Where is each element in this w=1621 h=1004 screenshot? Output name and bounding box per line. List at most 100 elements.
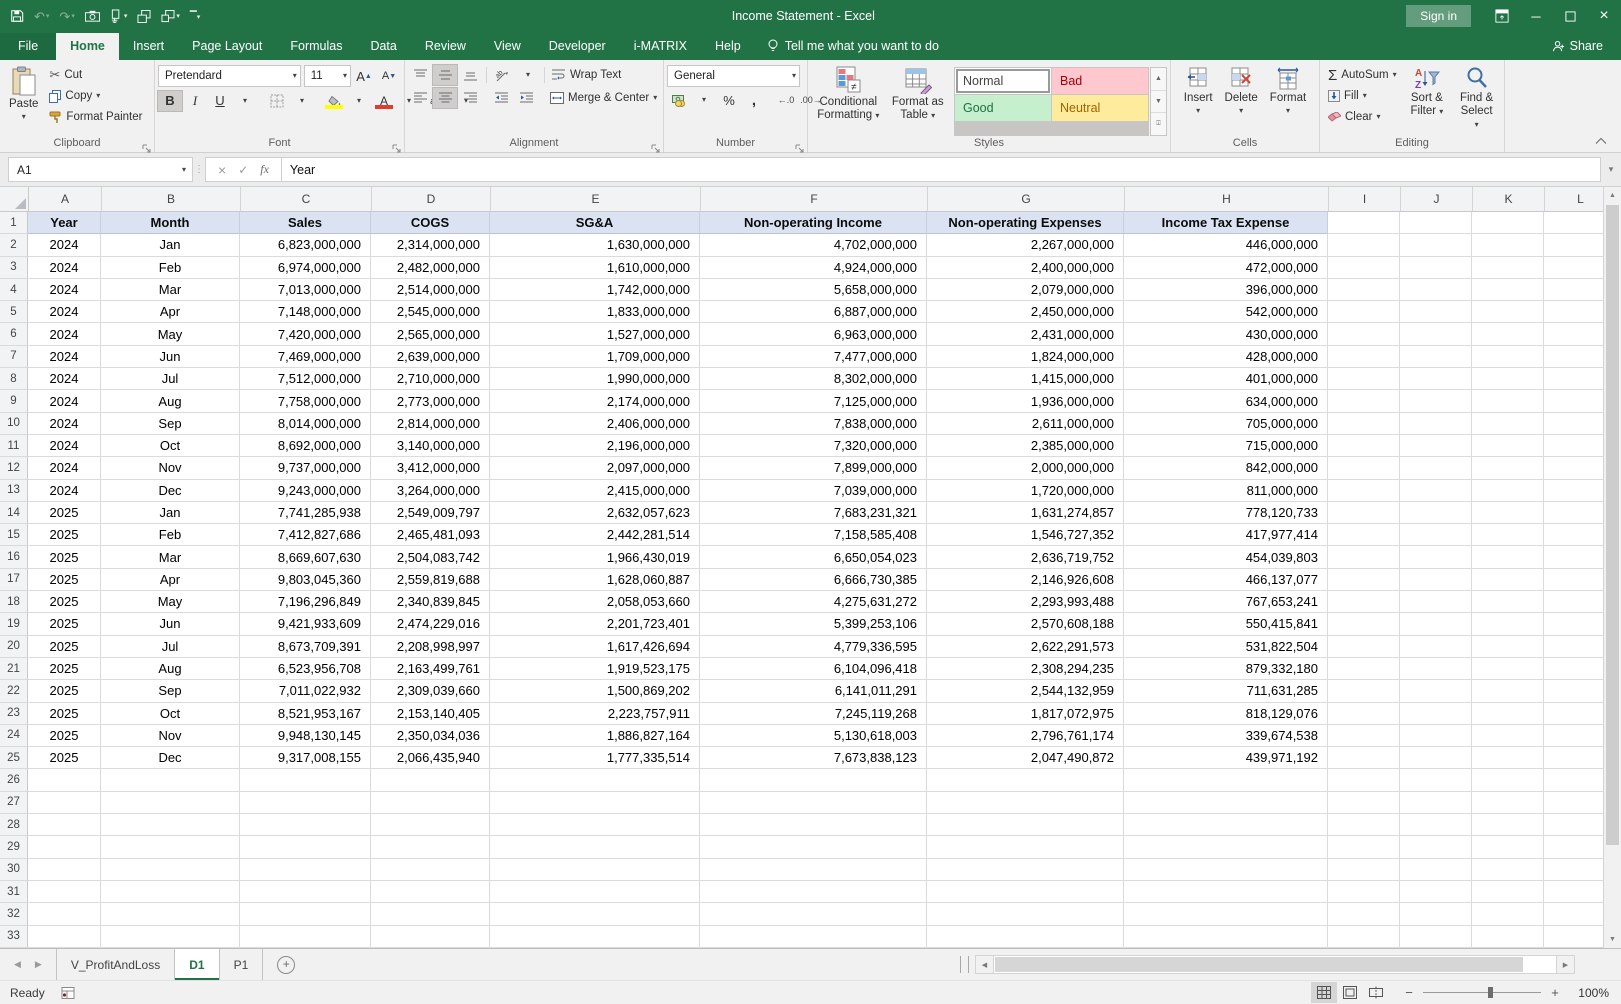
paste-button[interactable]: Paste ▾ xyxy=(3,63,44,136)
cell-J8[interactable] xyxy=(1400,368,1472,390)
cell-H22[interactable]: 711,631,285 xyxy=(1124,680,1328,702)
cell-C8[interactable]: 7,512,000,000 xyxy=(240,368,371,390)
cell-G14[interactable]: 1,631,274,857 xyxy=(927,502,1124,524)
cell-B10[interactable]: Sep xyxy=(101,413,240,435)
header-cell-B1[interactable]: Month xyxy=(101,212,240,234)
cell-J22[interactable] xyxy=(1400,680,1472,702)
ribbon-tab-page-layout[interactable]: Page Layout xyxy=(178,33,276,60)
scroll-right-icon[interactable]: ▶ xyxy=(1556,955,1575,974)
row-header-20[interactable]: 20 xyxy=(0,636,28,658)
page-break-view-button[interactable] xyxy=(1363,982,1389,1003)
cell-D18[interactable]: 2,340,839,845 xyxy=(371,591,490,613)
cell-G6[interactable]: 2,431,000,000 xyxy=(927,323,1124,345)
cell-B24[interactable]: Nov xyxy=(101,725,240,747)
cell-H13[interactable]: 811,000,000 xyxy=(1124,480,1328,502)
cell-B18[interactable]: May xyxy=(101,591,240,613)
zoom-slider-thumb[interactable] xyxy=(1488,987,1493,998)
cell-G19[interactable]: 2,570,608,188 xyxy=(927,613,1124,635)
cell-A7[interactable]: 2024 xyxy=(28,346,101,368)
formula-input[interactable]: Year xyxy=(282,157,1601,182)
format-painter-button[interactable]: Format Painter xyxy=(46,107,145,127)
cell-K11[interactable] xyxy=(1472,435,1544,457)
cell-K23[interactable] xyxy=(1472,703,1544,725)
zoom-in-button[interactable]: + xyxy=(1549,985,1561,1000)
row-header-7[interactable]: 7 xyxy=(0,346,28,368)
cell-G5[interactable]: 2,450,000,000 xyxy=(927,301,1124,323)
number-dialog-launcher[interactable] xyxy=(795,140,805,150)
cell-F23[interactable]: 7,245,119,268 xyxy=(700,703,927,725)
save-icon[interactable] xyxy=(10,9,24,23)
collapse-ribbon-button[interactable] xyxy=(1595,137,1607,148)
cell-K7[interactable] xyxy=(1472,346,1544,368)
cell-J14[interactable] xyxy=(1400,502,1472,524)
borders-button[interactable] xyxy=(265,91,289,111)
cell-B14[interactable]: Jan xyxy=(101,502,240,524)
minimize-button[interactable]: ─ xyxy=(1519,0,1553,32)
scroll-left-icon[interactable]: ◀ xyxy=(975,955,994,974)
cell-K6[interactable] xyxy=(1472,323,1544,345)
cell-C7[interactable]: 7,469,000,000 xyxy=(240,346,371,368)
cell-J15[interactable] xyxy=(1400,524,1472,546)
row-header-13[interactable]: 13 xyxy=(0,480,28,502)
cell-F22[interactable]: 6,141,011,291 xyxy=(700,680,927,702)
accounting-caret[interactable]: ▾ xyxy=(692,90,716,110)
horizontal-scrollbar[interactable]: ◀ ▶ xyxy=(975,953,1575,976)
row-header-33[interactable]: 33 xyxy=(0,926,28,948)
cell-F33[interactable] xyxy=(700,926,927,948)
cell-C27[interactable] xyxy=(240,792,371,814)
cell-F25[interactable]: 7,673,838,123 xyxy=(700,747,927,769)
cell-B12[interactable]: Nov xyxy=(101,457,240,479)
header-cell-C1[interactable]: Sales xyxy=(240,212,371,234)
cell-A18[interactable]: 2025 xyxy=(28,591,101,613)
vertical-scroll-track[interactable] xyxy=(1604,204,1621,931)
cell-D27[interactable] xyxy=(371,792,490,814)
cell-D29[interactable] xyxy=(371,836,490,858)
row-header-25[interactable]: 25 xyxy=(0,747,28,769)
orientation-button[interactable]: ab xyxy=(491,65,515,85)
row-header-11[interactable]: 11 xyxy=(0,435,28,457)
cell-G22[interactable]: 2,544,132,959 xyxy=(927,680,1124,702)
row-header-27[interactable]: 27 xyxy=(0,792,28,814)
prev-sheet-icon[interactable]: ◀ xyxy=(14,959,21,970)
fill-color-button[interactable] xyxy=(322,91,346,111)
cell-A21[interactable]: 2025 xyxy=(28,658,101,680)
cell-J1[interactable] xyxy=(1400,212,1472,234)
cell-B11[interactable]: Oct xyxy=(101,435,240,457)
cell-H21[interactable]: 879,332,180 xyxy=(1124,658,1328,680)
cell-C2[interactable]: 6,823,000,000 xyxy=(240,234,371,256)
cell-I6[interactable] xyxy=(1328,323,1400,345)
cell-E10[interactable]: 2,406,000,000 xyxy=(490,413,700,435)
column-header-F[interactable]: F xyxy=(701,187,928,211)
cell-style-normal[interactable]: Normal xyxy=(955,68,1051,94)
row-header-23[interactable]: 23 xyxy=(0,703,28,725)
cell-G29[interactable] xyxy=(927,836,1124,858)
cell-F17[interactable]: 6,666,730,385 xyxy=(700,569,927,591)
cell-E22[interactable]: 1,500,869,202 xyxy=(490,680,700,702)
align-middle-button[interactable] xyxy=(433,65,457,85)
cell-C16[interactable]: 8,669,607,630 xyxy=(240,546,371,568)
cell-K26[interactable] xyxy=(1472,769,1544,791)
cell-H23[interactable]: 818,129,076 xyxy=(1124,703,1328,725)
row-header-18[interactable]: 18 xyxy=(0,591,28,613)
cell-E24[interactable]: 1,886,827,164 xyxy=(490,725,700,747)
cell-G9[interactable]: 1,936,000,000 xyxy=(927,390,1124,412)
cell-J9[interactable] xyxy=(1400,390,1472,412)
cell-C33[interactable] xyxy=(240,926,371,948)
cell-J31[interactable] xyxy=(1400,881,1472,903)
cell-G24[interactable]: 2,796,761,174 xyxy=(927,725,1124,747)
cell-B30[interactable] xyxy=(101,859,240,881)
sheet-tab-d1[interactable]: D1 xyxy=(175,949,219,980)
cell-G3[interactable]: 2,400,000,000 xyxy=(927,257,1124,279)
cell-B15[interactable]: Feb xyxy=(101,524,240,546)
cell-D33[interactable] xyxy=(371,926,490,948)
cell-G31[interactable] xyxy=(927,881,1124,903)
confirm-entry-icon[interactable]: ✓ xyxy=(238,163,248,177)
cell-I33[interactable] xyxy=(1328,926,1400,948)
cell-E20[interactable]: 1,617,426,694 xyxy=(490,636,700,658)
vertical-scrollbar[interactable]: ▲ ▼ xyxy=(1603,187,1621,948)
cell-H6[interactable]: 430,000,000 xyxy=(1124,323,1328,345)
cell-C17[interactable]: 9,803,045,360 xyxy=(240,569,371,591)
macro-record-icon[interactable] xyxy=(61,987,75,999)
row-header-21[interactable]: 21 xyxy=(0,658,28,680)
cell-F8[interactable]: 8,302,000,000 xyxy=(700,368,927,390)
